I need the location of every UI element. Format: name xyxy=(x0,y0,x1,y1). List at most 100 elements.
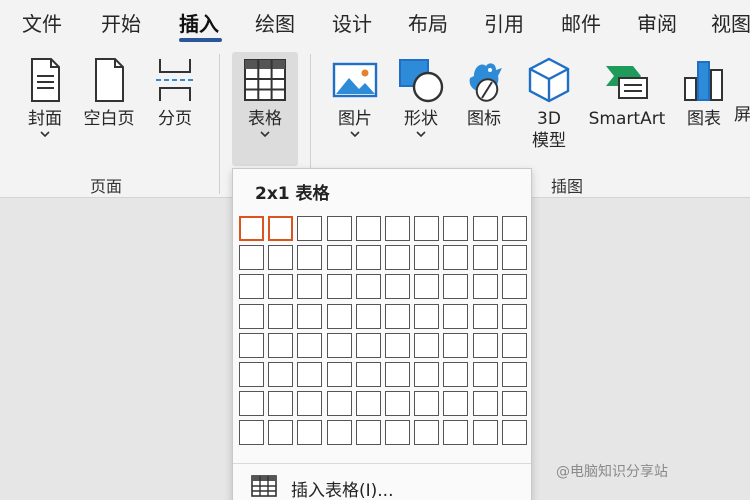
table-grid-cell[interactable] xyxy=(297,216,323,241)
table-grid-cell[interactable] xyxy=(355,274,381,300)
table-grid-cell[interactable] xyxy=(268,362,294,387)
table-grid-cell[interactable] xyxy=(297,332,323,358)
table-grid-cell[interactable] xyxy=(385,303,410,329)
table-grid-cell[interactable] xyxy=(355,332,381,358)
table-grid-cell[interactable] xyxy=(443,274,469,300)
table-grid-cell[interactable] xyxy=(443,216,469,241)
cover-page-button[interactable]: 封面 xyxy=(22,56,68,138)
tab-draw[interactable]: 绘图 xyxy=(255,8,295,37)
table-grid-cell[interactable] xyxy=(414,420,440,446)
3d-models-button[interactable]: 3D 模型 xyxy=(524,56,574,152)
table-grid-cell[interactable] xyxy=(472,420,498,446)
table-grid-cell[interactable] xyxy=(385,362,410,387)
table-grid-cell[interactable] xyxy=(239,245,264,271)
table-grid-cell[interactable] xyxy=(326,391,352,417)
table-grid-cell[interactable] xyxy=(268,420,294,446)
table-grid-cell[interactable] xyxy=(326,332,352,358)
tab-layout[interactable]: 布局 xyxy=(408,8,448,37)
table-grid-cell[interactable] xyxy=(501,303,527,329)
table-grid-cell[interactable] xyxy=(268,245,294,271)
screenshot-button[interactable]: 屏 xyxy=(734,104,750,126)
table-grid-cell[interactable] xyxy=(355,391,381,417)
table-grid-cell[interactable] xyxy=(297,274,323,300)
table-grid-cell[interactable] xyxy=(268,303,294,329)
table-grid-cell[interactable] xyxy=(443,362,469,387)
table-grid-cell[interactable] xyxy=(472,245,498,271)
table-grid-cell[interactable] xyxy=(326,420,352,446)
tab-insert[interactable]: 插入 xyxy=(179,8,219,37)
tab-review[interactable]: 审阅 xyxy=(637,8,677,37)
table-grid-cell[interactable] xyxy=(414,303,440,329)
table-grid-cell[interactable] xyxy=(443,245,469,271)
table-grid-cell[interactable] xyxy=(268,391,294,417)
table-grid-cell[interactable] xyxy=(501,332,527,358)
tab-design[interactable]: 设计 xyxy=(332,8,372,37)
table-grid-cell[interactable] xyxy=(501,274,527,300)
chart-button[interactable]: 图表 xyxy=(680,56,728,130)
table-grid-cell[interactable] xyxy=(355,303,381,329)
table-grid-cell[interactable] xyxy=(239,420,264,446)
table-grid-cell[interactable] xyxy=(239,303,264,329)
tab-references[interactable]: 引用 xyxy=(484,8,524,37)
table-grid-cell[interactable] xyxy=(268,274,294,300)
table-grid-cell[interactable] xyxy=(501,420,527,446)
table-grid-cell[interactable] xyxy=(501,245,527,271)
table-grid-cell[interactable] xyxy=(268,216,294,241)
table-grid-cell[interactable] xyxy=(501,391,527,417)
page-break-button[interactable]: 分页 xyxy=(150,56,200,130)
table-grid-cell[interactable] xyxy=(239,362,264,387)
tab-file[interactable]: 文件 xyxy=(22,8,62,37)
table-grid-cell[interactable] xyxy=(414,362,440,387)
table-grid-cell[interactable] xyxy=(443,303,469,329)
table-grid-cell[interactable] xyxy=(385,245,410,271)
table-grid-cell[interactable] xyxy=(297,391,323,417)
table-grid-cell[interactable] xyxy=(326,362,352,387)
table-grid-cell[interactable] xyxy=(297,303,323,329)
tab-view[interactable]: 视图 xyxy=(711,8,750,37)
icons-button[interactable]: 图标 xyxy=(460,56,508,130)
table-grid-cell[interactable] xyxy=(355,362,381,387)
table-grid-cell[interactable] xyxy=(326,245,352,271)
table-grid-cell[interactable] xyxy=(443,391,469,417)
table-grid-cell[interactable] xyxy=(385,216,410,241)
table-grid-cell[interactable] xyxy=(472,391,498,417)
table-grid-cell[interactable] xyxy=(297,420,323,446)
table-grid-cell[interactable] xyxy=(385,332,410,358)
table-grid-cell[interactable] xyxy=(414,245,440,271)
table-grid-cell[interactable] xyxy=(385,420,410,446)
table-grid-cell[interactable] xyxy=(501,362,527,387)
table-grid-cell[interactable] xyxy=(326,216,352,241)
table-grid-cell[interactable] xyxy=(268,332,294,358)
table-grid-cell[interactable] xyxy=(472,274,498,300)
table-grid-cell[interactable] xyxy=(239,274,264,300)
table-grid-cell[interactable] xyxy=(355,420,381,446)
table-grid-cell[interactable] xyxy=(472,216,498,241)
table-grid-cell[interactable] xyxy=(414,332,440,358)
tab-mailings[interactable]: 邮件 xyxy=(561,8,601,37)
table-grid-cell[interactable] xyxy=(239,332,264,358)
table-grid-cell[interactable] xyxy=(297,245,323,271)
table-grid-cell[interactable] xyxy=(326,274,352,300)
table-grid-cell[interactable] xyxy=(239,391,264,417)
table-grid-cell[interactable] xyxy=(472,332,498,358)
table-button[interactable]: 表格 xyxy=(232,56,298,138)
table-grid-cell[interactable] xyxy=(385,274,410,300)
tab-home[interactable]: 开始 xyxy=(101,8,141,37)
table-grid-cell[interactable] xyxy=(414,216,440,241)
table-grid-cell[interactable] xyxy=(472,303,498,329)
table-grid-cell[interactable] xyxy=(443,420,469,446)
table-grid-cell[interactable] xyxy=(355,216,381,241)
shapes-button[interactable]: 形状 xyxy=(396,56,446,138)
table-grid-cell[interactable] xyxy=(414,391,440,417)
smartart-button[interactable]: SmartArt xyxy=(584,56,670,130)
table-grid-cell[interactable] xyxy=(355,245,381,271)
blank-page-button[interactable]: 空白页 xyxy=(80,56,138,130)
table-grid-cell[interactable] xyxy=(472,362,498,387)
table-grid-cell[interactable] xyxy=(443,332,469,358)
insert-table-menu-item[interactable]: 插入表格(I)... xyxy=(247,471,517,500)
table-grid-cell[interactable] xyxy=(385,391,410,417)
table-grid-cell[interactable] xyxy=(326,303,352,329)
table-grid-cell[interactable] xyxy=(297,362,323,387)
table-grid-cell[interactable] xyxy=(501,216,527,241)
table-grid-cell[interactable] xyxy=(414,274,440,300)
